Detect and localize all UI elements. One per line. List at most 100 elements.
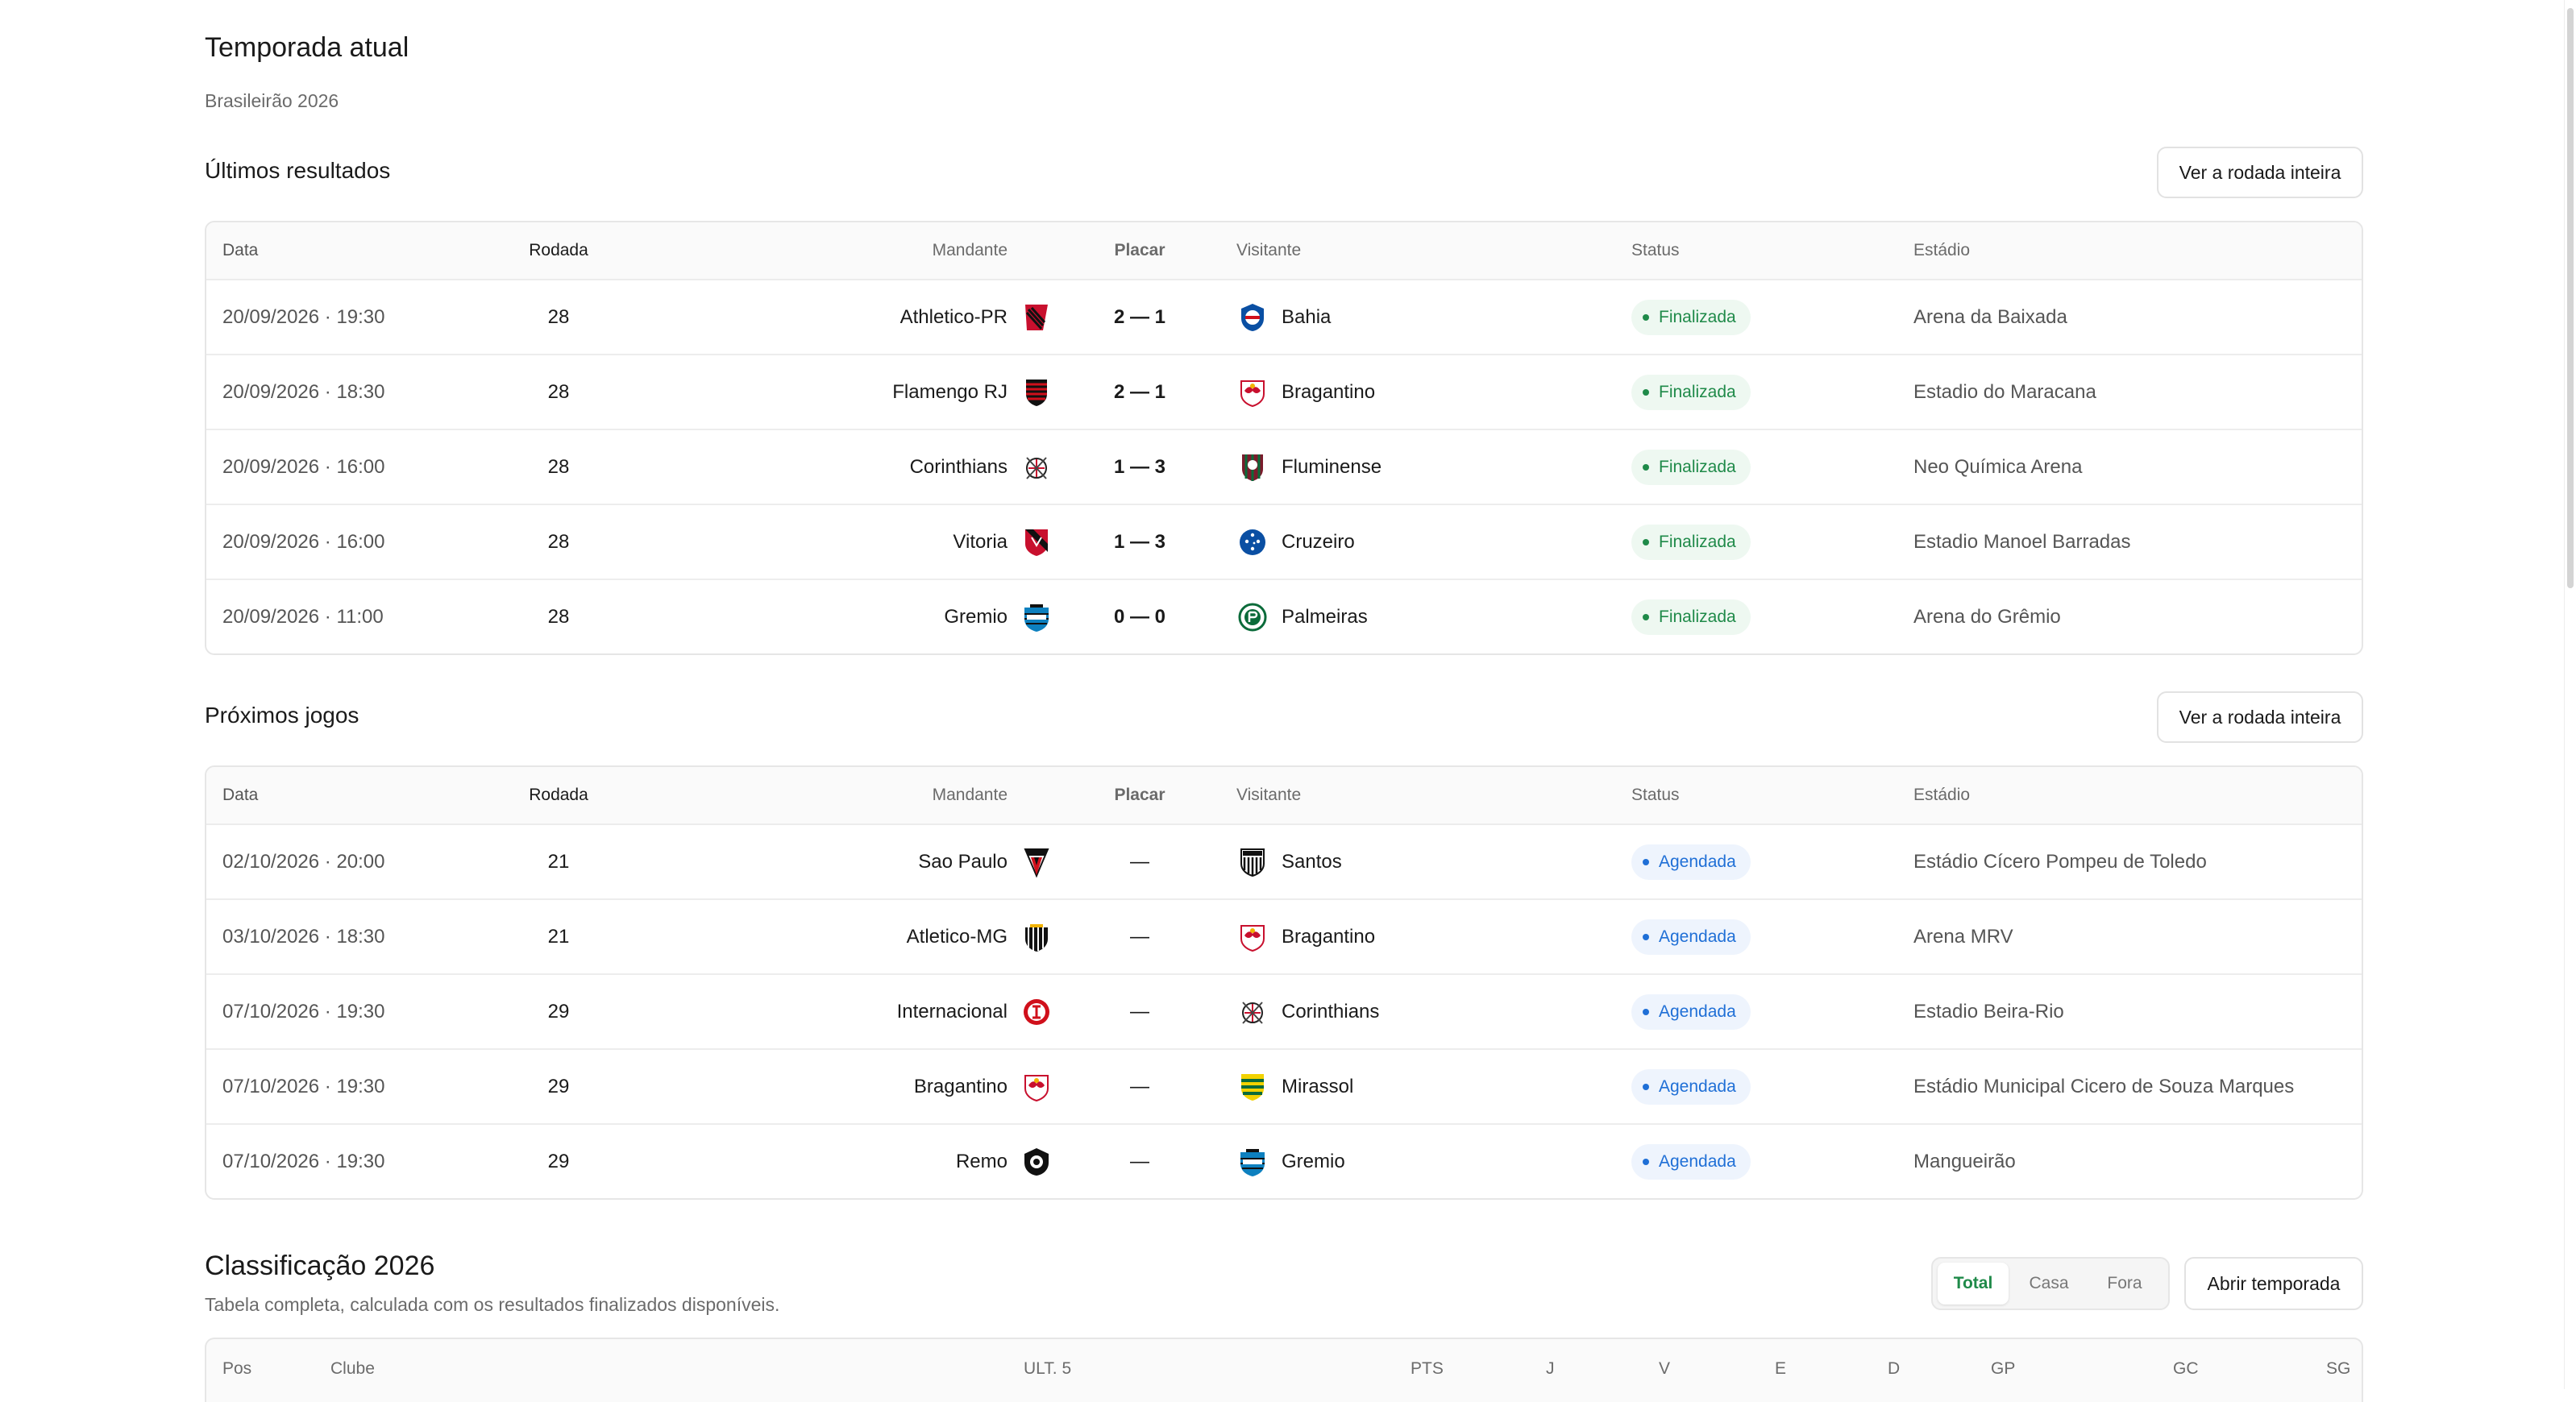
match-round: 28 <box>547 605 570 628</box>
status-label: Finalizada <box>1659 532 1736 551</box>
col-round: Rodada <box>529 241 588 259</box>
away-team[interactable]: Fluminense <box>1282 430 1381 504</box>
match-stadium: Mangueirão <box>1913 1150 2016 1172</box>
home-team[interactable]: Atletico-MG <box>907 900 1008 973</box>
col-round: Rodada <box>529 786 588 804</box>
status-badge: Finalizada <box>1631 524 1751 560</box>
away-team[interactable]: Bahia <box>1282 280 1331 354</box>
tab-fora[interactable]: Fora <box>2089 1263 2160 1305</box>
status-label: Agendada <box>1659 1151 1736 1171</box>
col-gp[interactable]: GP <box>1991 1339 2015 1399</box>
away-team[interactable]: Santos <box>1282 825 1342 898</box>
remo-crest-icon <box>1024 1147 1049 1176</box>
col-pos[interactable]: Pos <box>222 1339 251 1399</box>
match-row[interactable]: 20/09/2026 · 16:00 28 Vitoria 1 — 3 Cruz… <box>206 505 2362 580</box>
col-v[interactable]: V <box>1659 1339 1670 1399</box>
match-stadium: Estádio Municipal Cicero de Souza Marque… <box>1913 1075 2295 1097</box>
away-team[interactable]: Gremio <box>1282 1125 1345 1198</box>
status-badge: Finalizada <box>1631 449 1751 485</box>
flamengo-crest-icon <box>1026 379 1047 406</box>
col-stadium: Estádio <box>1913 241 1971 259</box>
match-row[interactable]: 03/10/2026 · 18:30 21 Atletico-MG — Brag… <box>206 900 2362 975</box>
open-season-button[interactable]: Abrir temporada <box>2184 1257 2363 1310</box>
season-subtitle: Brasileirão 2026 <box>205 90 339 111</box>
status-dot <box>1643 858 1649 865</box>
away-team[interactable]: Bragantino <box>1282 900 1375 973</box>
tab-casa[interactable]: Casa <box>2013 1263 2084 1305</box>
vitoria-crest-icon <box>1025 529 1048 556</box>
match-round: 29 <box>547 1150 570 1172</box>
tab-total[interactable]: Total <box>1938 1263 2009 1305</box>
status-badge: Agendada <box>1631 993 1751 1030</box>
home-team[interactable]: Gremio <box>944 580 1008 653</box>
status-label: Agendada <box>1659 1002 1736 1021</box>
status-badge: Agendada <box>1631 1143 1751 1180</box>
status-label: Agendada <box>1659 1076 1736 1096</box>
results-view-round-button[interactable]: Ver a rodada inteira <box>2157 147 2363 198</box>
home-crest <box>1020 900 1053 973</box>
match-row[interactable]: 02/10/2026 · 20:00 21 Sao Paulo — Santos… <box>206 825 2362 900</box>
status-label: Finalizada <box>1659 382 1736 401</box>
away-team[interactable]: Cruzeiro <box>1282 505 1355 579</box>
home-team[interactable]: Vitoria <box>953 505 1008 579</box>
away-crest <box>1236 975 1269 1048</box>
home-crest <box>1020 580 1053 653</box>
gremio-crest-icon <box>1024 604 1049 632</box>
away-crest <box>1236 825 1269 898</box>
home-team[interactable]: Bragantino <box>914 1050 1008 1123</box>
col-date: Data <box>222 241 259 259</box>
away-team[interactable]: Bragantino <box>1282 355 1375 429</box>
upcoming-view-round-button[interactable]: Ver a rodada inteira <box>2157 691 2363 743</box>
match-row[interactable]: 20/09/2026 · 18:30 28 Flamengo RJ 2 — 1 … <box>206 355 2362 430</box>
away-team[interactable]: Corinthians <box>1282 975 1379 1048</box>
away-team[interactable]: Mirassol <box>1282 1050 1353 1123</box>
match-date: 03/10/2026 · 18:30 <box>222 925 385 948</box>
home-team[interactable]: Flamengo RJ <box>892 355 1008 429</box>
col-j[interactable]: J <box>1546 1339 1555 1399</box>
match-row[interactable]: 20/09/2026 · 11:00 28 Gremio 0 — 0 Palme… <box>206 580 2362 653</box>
away-team[interactable]: Palmeiras <box>1282 580 1368 653</box>
col-e[interactable]: E <box>1775 1339 1786 1399</box>
match-row[interactable]: 07/10/2026 · 19:30 29 Remo — Gremio Agen… <box>206 1125 2362 1198</box>
bragantino-crest-icon <box>1024 1074 1049 1101</box>
col-home: Mandante <box>932 241 1008 259</box>
match-row[interactable]: 07/10/2026 · 19:30 29 Bragantino — Miras… <box>206 1050 2362 1125</box>
scrollbar-thumb[interactable] <box>2567 8 2574 588</box>
internacional-crest-icon <box>1024 998 1049 1025</box>
match-date: 07/10/2026 · 19:30 <box>222 1000 385 1022</box>
col-club[interactable]: Clube <box>330 1339 375 1399</box>
col-pts[interactable]: PTS <box>1411 1339 1444 1399</box>
home-crest <box>1020 430 1053 504</box>
home-team[interactable]: Athletico-PR <box>900 280 1008 354</box>
match-row[interactable]: 20/09/2026 · 19:30 28 Athletico-PR 2 — 1… <box>206 280 2362 355</box>
col-status: Status <box>1631 786 1680 804</box>
match-round: 28 <box>547 455 570 478</box>
status-dot <box>1643 1008 1649 1015</box>
col-score: Placar <box>1114 786 1165 804</box>
match-score: 2 — 1 <box>1113 380 1166 403</box>
match-row[interactable]: 07/10/2026 · 19:30 29 Internacional — Co… <box>206 975 2362 1050</box>
standings-subtitle: Tabela completa, calculada com os result… <box>205 1294 780 1315</box>
home-team[interactable]: Corinthians <box>910 430 1008 504</box>
col-d[interactable]: D <box>1888 1339 1900 1399</box>
match-round: 28 <box>547 380 570 403</box>
status-badge: Agendada <box>1631 844 1751 880</box>
match-stadium: Arena MRV <box>1913 925 2013 948</box>
home-team[interactable]: Sao Paulo <box>918 825 1008 898</box>
match-score: 1 — 3 <box>1113 530 1166 553</box>
bragantino-crest-icon <box>1240 380 1265 407</box>
page-scrollbar[interactable] <box>2564 0 2576 1389</box>
col-gc[interactable]: GC <box>2173 1339 2199 1399</box>
home-crest <box>1020 280 1053 354</box>
status-badge: Finalizada <box>1631 299 1751 335</box>
match-row[interactable]: 20/09/2026 · 16:00 28 Corinthians 1 — 3 … <box>206 430 2362 505</box>
away-crest <box>1236 505 1269 579</box>
status-label: Finalizada <box>1659 457 1736 476</box>
bahia-crest-icon <box>1241 303 1264 331</box>
status-dot <box>1643 1158 1649 1165</box>
match-date: 07/10/2026 · 19:30 <box>222 1075 385 1097</box>
athletico-crest-icon <box>1025 304 1048 330</box>
home-team[interactable]: Internacional <box>897 975 1008 1048</box>
home-team[interactable]: Remo <box>956 1125 1008 1198</box>
col-sg[interactable]: SG <box>2326 1339 2350 1399</box>
